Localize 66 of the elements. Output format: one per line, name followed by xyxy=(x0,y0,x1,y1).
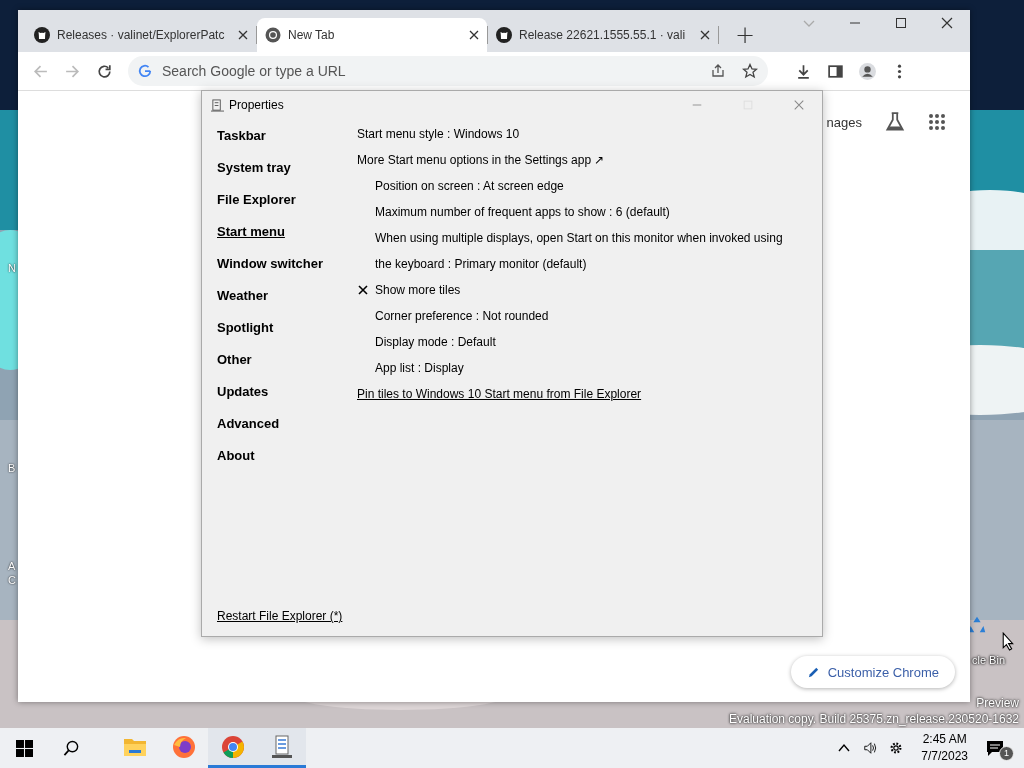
notification-icon[interactable] xyxy=(986,739,1004,757)
pin-tiles-link[interactable]: Pin tiles to Windows 10 Start menu from File Explorer xyxy=(357,381,642,407)
watermark-text: Evaluation copy. Build 25375.zn_release.230520-1632 xyxy=(729,711,1019,727)
taskbar-app[interactable] xyxy=(208,728,257,768)
download-icon[interactable] xyxy=(795,62,812,80)
section-tab[interactable]: Start menu xyxy=(217,217,285,249)
settings-app-link[interactable]: More Start menu options in the Settings app ↗ xyxy=(357,147,605,173)
reload-icon[interactable] xyxy=(96,62,113,80)
setting-option[interactable]: Maximum number of frequent apps to show : 6 (default) xyxy=(375,199,670,225)
setting-option[interactable]: App list : Display xyxy=(375,355,464,381)
images-link[interactable]: nages xyxy=(826,114,862,130)
setting-option[interactable]: Corner preference : Not rounded xyxy=(375,303,549,329)
section-tab[interactable]: Weather xyxy=(217,281,269,313)
close-icon[interactable] xyxy=(469,30,479,40)
settings-icon[interactable] xyxy=(889,741,904,755)
maximize-icon[interactable] xyxy=(894,16,908,30)
apps-grid-icon[interactable] xyxy=(928,113,946,131)
google-g-icon xyxy=(138,64,152,78)
chrome-logo-icon xyxy=(220,734,245,759)
speaker-icon[interactable] xyxy=(863,741,878,755)
setting-option[interactable]: Display mode : Default xyxy=(375,329,496,355)
fox-globe-icon xyxy=(171,734,196,759)
flask-icon[interactable] xyxy=(884,111,906,133)
pencil-icon xyxy=(806,665,820,679)
section-tab[interactable]: About xyxy=(217,441,255,473)
cross-mark-icon[interactable] xyxy=(358,285,368,295)
section-tab[interactable]: Updates xyxy=(217,377,269,409)
clock[interactable]: 2:45 AM 7/7/2023 xyxy=(921,731,968,765)
taskbar-app[interactable] xyxy=(257,728,306,768)
section-tab[interactable]: Advanced xyxy=(217,409,280,441)
start-icon[interactable] xyxy=(16,739,33,757)
address-bar[interactable]: Search Google or type a URL xyxy=(128,56,768,86)
search-field[interactable]: Search Google or type a URL xyxy=(160,62,694,80)
watermark-text: Preview xyxy=(976,695,1019,711)
new-tab-button[interactable]: + xyxy=(727,18,763,52)
settings-app-icon xyxy=(269,734,294,759)
setting-option[interactable]: When using multiple displays, open Start on this monitor when invoked using the keyboard : Primary monitor (default) xyxy=(375,225,802,277)
date-text: 7/7/2023 xyxy=(921,748,968,765)
section-tab[interactable]: Other xyxy=(217,345,252,377)
window-title: Properties xyxy=(229,98,284,112)
side-panel-icon[interactable] xyxy=(827,62,844,80)
notification-badge: 1 xyxy=(999,746,1014,761)
restart-explorer-link[interactable]: Restart File Explorer (*) xyxy=(217,609,343,623)
close-icon[interactable] xyxy=(940,16,954,30)
close-icon[interactable] xyxy=(700,30,710,40)
setting-option[interactable]: Start menu style : Windows 10 xyxy=(357,121,520,147)
mouse-cursor-icon xyxy=(1002,632,1015,651)
browser-tab[interactable]: New Tab xyxy=(257,18,487,52)
section-tab[interactable]: System tray xyxy=(217,153,291,185)
app-icon xyxy=(211,98,224,112)
star-icon[interactable] xyxy=(742,63,758,79)
browser-tab[interactable]: Release 22621.1555.55.1 · vali xyxy=(488,18,718,52)
search-icon[interactable] xyxy=(63,739,80,757)
setting-option[interactable]: Show more tiles xyxy=(375,277,461,303)
share-icon[interactable] xyxy=(710,63,726,79)
time-text: 2:45 AM xyxy=(922,731,967,748)
section-tab[interactable]: Spotlight xyxy=(217,313,274,345)
section-tab[interactable]: File Explorer xyxy=(217,185,296,217)
section-tab[interactable]: Window switcher xyxy=(217,249,324,281)
chrome-logo-icon xyxy=(265,27,281,43)
setting-option[interactable]: Position on screen : At screen edge xyxy=(375,173,564,199)
customize-chrome-button[interactable]: Customize Chrome xyxy=(790,656,955,688)
browser-tab[interactable]: Releases · valinet/ExplorerPatc xyxy=(26,18,256,52)
profile-avatar-icon[interactable] xyxy=(859,62,876,80)
close-icon[interactable] xyxy=(238,30,248,40)
section-tab[interactable]: Taskbar xyxy=(217,121,266,153)
